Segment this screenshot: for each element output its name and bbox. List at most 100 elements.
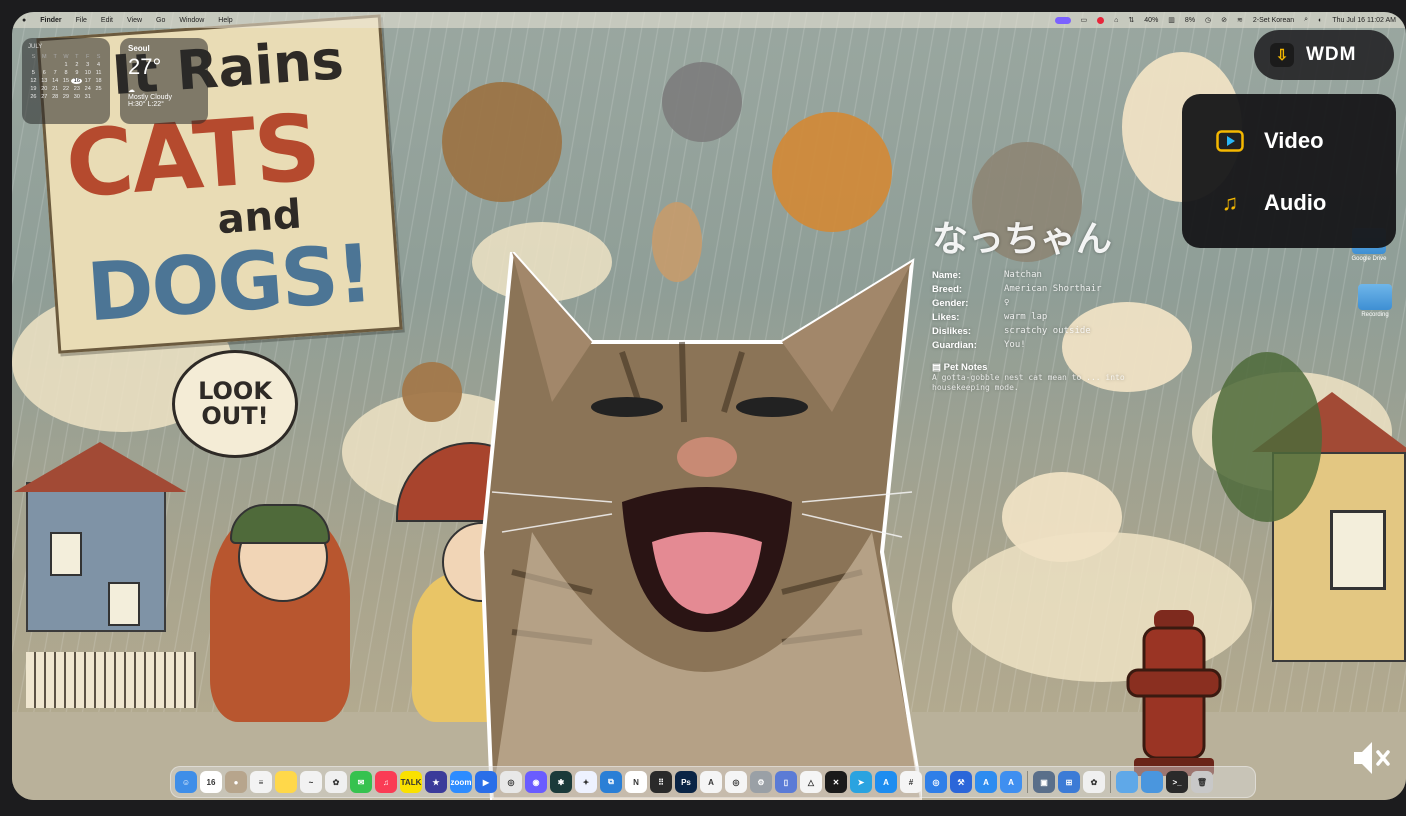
testflight-icon[interactable]: A <box>1000 771 1022 793</box>
calendar-day[interactable]: 1 <box>61 62 72 68</box>
keynote-icon[interactable]: ▶ <box>475 771 497 793</box>
photos-icon[interactable]: ✿ <box>325 771 347 793</box>
menu-window[interactable]: Window <box>179 17 204 24</box>
finder-2-icon[interactable]: ▣ <box>1033 771 1055 793</box>
calculator-icon[interactable]: ⠿ <box>650 771 672 793</box>
reminders-icon[interactable]: ≡ <box>250 771 272 793</box>
ai-assistant-icon[interactable]: ◉ <box>525 771 547 793</box>
windows-app-icon[interactable]: ⊞ <box>1058 771 1080 793</box>
link-icon[interactable]: ⊘ <box>1221 16 1227 24</box>
acrobat-icon[interactable]: A <box>700 771 722 793</box>
gemini-icon[interactable]: ✦ <box>575 771 597 793</box>
calendar-day[interactable]: 17 <box>82 78 93 84</box>
wdm-menu-audio[interactable]: ♫ Audio <box>1182 172 1396 234</box>
calendar-day[interactable] <box>39 62 50 68</box>
calendar-day[interactable]: 5 <box>28 70 39 76</box>
calendar-day[interactable]: 18 <box>93 78 104 84</box>
safari-icon[interactable]: ◎ <box>925 771 947 793</box>
battery-percent[interactable]: 40% <box>1144 17 1158 24</box>
menu-edit[interactable]: Edit <box>101 17 113 24</box>
calendar-day[interactable]: 13 <box>39 78 50 84</box>
slack-icon[interactable]: # <box>900 771 922 793</box>
display-icon[interactable]: ▭ <box>1081 16 1088 24</box>
calendar-day[interactable]: 27 <box>39 94 50 100</box>
spotlight-search-icon[interactable]: ⌕ <box>1304 16 1308 24</box>
calendar-day[interactable] <box>28 62 39 68</box>
calendar-day[interactable]: 24 <box>82 86 93 92</box>
calendar-day[interactable]: 25 <box>93 86 104 92</box>
calendar-day[interactable]: 16 <box>71 78 83 84</box>
calendar-day[interactable]: 7 <box>50 70 61 76</box>
menu-app-name[interactable]: Finder <box>40 17 61 24</box>
menu-view[interactable]: View <box>127 17 142 24</box>
record-icon[interactable] <box>1097 16 1105 24</box>
cpu-percent[interactable]: 8% <box>1185 17 1195 24</box>
wdm-button[interactable]: ⇩ WDM <box>1254 30 1394 80</box>
calendar-day[interactable]: 22 <box>61 86 72 92</box>
calendar-day[interactable] <box>50 62 61 68</box>
telegram-icon[interactable]: ➤ <box>850 771 872 793</box>
calendar-day[interactable]: 30 <box>71 94 82 100</box>
menu-go[interactable]: Go <box>156 17 165 24</box>
chrome-icon[interactable]: ◎ <box>500 771 522 793</box>
photo-grid-icon[interactable]: ✿ <box>1083 771 1105 793</box>
time-machine-icon[interactable]: ◷ <box>1205 16 1211 24</box>
calendar-day[interactable]: 21 <box>50 86 61 92</box>
kakaotalk-icon[interactable]: TALK <box>400 771 422 793</box>
wifi-icon[interactable]: ≋ <box>1237 16 1243 24</box>
apple-menu-icon[interactable]: ● <box>22 17 26 24</box>
photoshop-icon[interactable]: Ps <box>675 771 697 793</box>
capcut-icon[interactable]: ✕ <box>825 771 847 793</box>
calendar-day[interactable]: 10 <box>82 70 93 76</box>
menu-clock[interactable]: Thu Jul 16 11:02 AM <box>1332 17 1396 24</box>
weather-widget[interactable]: Seoul 27° ☁ Mostly Cloudy H:30° L:22° <box>120 38 208 124</box>
lock-icon[interactable]: ⌂ <box>1114 17 1118 24</box>
calendar-day[interactable]: 6 <box>39 70 50 76</box>
calendar-day[interactable]: 11 <box>93 70 104 76</box>
control-center-icon[interactable]: ◐ <box>1318 17 1322 24</box>
calendar-day[interactable]: 9 <box>71 70 82 76</box>
calendar-day[interactable]: 14 <box>50 78 61 84</box>
input-source[interactable]: 2-Set Korean <box>1253 17 1294 24</box>
downloads-folder-icon[interactable] <box>1116 771 1138 793</box>
calendar-widget[interactable]: JULY S M T W T F S 1 2 3 4 5 6 7 8 9 10 11 12 13 14 15 16 17 18 1… <box>22 38 110 124</box>
developer-icon[interactable]: A <box>975 771 997 793</box>
documents-folder-icon[interactable] <box>1141 771 1163 793</box>
calendar-icon[interactable]: 16 <box>200 771 222 793</box>
cpu-graph-icon[interactable]: ▥ <box>1168 16 1175 24</box>
calendar-day[interactable]: 29 <box>61 94 72 100</box>
network-icon[interactable]: ⇅ <box>1128 16 1134 24</box>
calendar-day[interactable]: 26 <box>28 94 39 100</box>
menu-help[interactable]: Help <box>218 17 232 24</box>
notion-icon[interactable]: N <box>625 771 647 793</box>
calendar-day[interactable]: 8 <box>61 70 72 76</box>
calendar-day[interactable]: 12 <box>28 78 39 84</box>
settings-icon[interactable]: ⚙ <box>750 771 772 793</box>
phone-mirror-icon[interactable]: ▯ <box>775 771 797 793</box>
perplexity-icon[interactable]: ✱ <box>550 771 572 793</box>
app-store-icon[interactable]: A <box>875 771 897 793</box>
terminal-icon[interactable]: >_ <box>1166 771 1188 793</box>
calendar-day[interactable]: 4 <box>93 62 104 68</box>
calendar-day[interactable]: 23 <box>71 86 82 92</box>
wdm-menu-video[interactable]: Video <box>1182 110 1396 172</box>
screen-share-icon[interactable] <box>1054 16 1071 24</box>
music-icon[interactable]: ♫ <box>375 771 397 793</box>
vscode-icon[interactable]: ⧉ <box>600 771 622 793</box>
chatgpt-icon[interactable]: ◎ <box>725 771 747 793</box>
calendar-day[interactable]: 19 <box>28 86 39 92</box>
calendar-day[interactable]: 2 <box>71 62 82 68</box>
calendar-day[interactable] <box>93 94 104 100</box>
calendar-day[interactable]: 3 <box>82 62 93 68</box>
vpn-icon[interactable]: ★ <box>425 771 447 793</box>
messages-icon[interactable]: ✉ <box>350 771 372 793</box>
calendar-day[interactable]: 31 <box>82 94 93 100</box>
google-drive-icon[interactable]: △ <box>800 771 822 793</box>
menu-file[interactable]: File <box>76 17 87 24</box>
calendar-day[interactable]: 20 <box>39 86 50 92</box>
desktop-icon-recording[interactable]: Recording <box>1348 284 1402 318</box>
contacts-icon[interactable]: ● <box>225 771 247 793</box>
calendar-day[interactable]: 28 <box>50 94 61 100</box>
freeform-icon[interactable]: ~ <box>300 771 322 793</box>
notes-icon[interactable] <box>275 771 297 793</box>
